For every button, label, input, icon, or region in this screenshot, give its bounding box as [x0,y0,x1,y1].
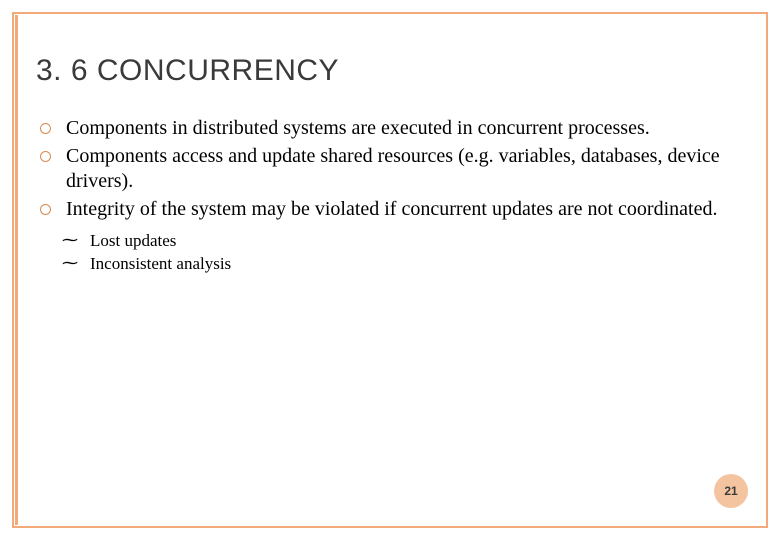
bullet-text: Components in distributed systems are ex… [66,117,650,139]
squiggle-icon: ⁓ [62,230,78,252]
page-number-badge: 21 [714,474,748,508]
slide-title: 3. 6 CONCURRENCY [36,54,744,88]
list-item: ⁓ Inconsistent analysis [86,253,744,276]
page-number: 21 [724,484,737,498]
bullet-text: Components access and update shared reso… [66,145,720,193]
sub-bullet-text: Lost updates [90,231,176,250]
list-item: Components access and update shared reso… [60,144,744,195]
list-item: Integrity of the system may be violated … [60,197,744,223]
list-item: ⁓ Lost updates [86,230,744,253]
bullet-text: Integrity of the system may be violated … [66,198,717,220]
squiggle-icon: ⁓ [62,253,78,275]
list-item: Components in distributed systems are ex… [60,116,744,142]
slide-content: 3. 6 CONCURRENCY Components in distribut… [36,54,744,276]
main-bullet-list: Components in distributed systems are ex… [36,116,744,222]
sub-bullet-text: Inconsistent analysis [90,254,231,273]
left-accent-stripe [15,15,18,525]
slide-frame: 3. 6 CONCURRENCY Components in distribut… [12,12,768,528]
sub-bullet-list: ⁓ Lost updates ⁓ Inconsistent analysis [36,230,744,276]
